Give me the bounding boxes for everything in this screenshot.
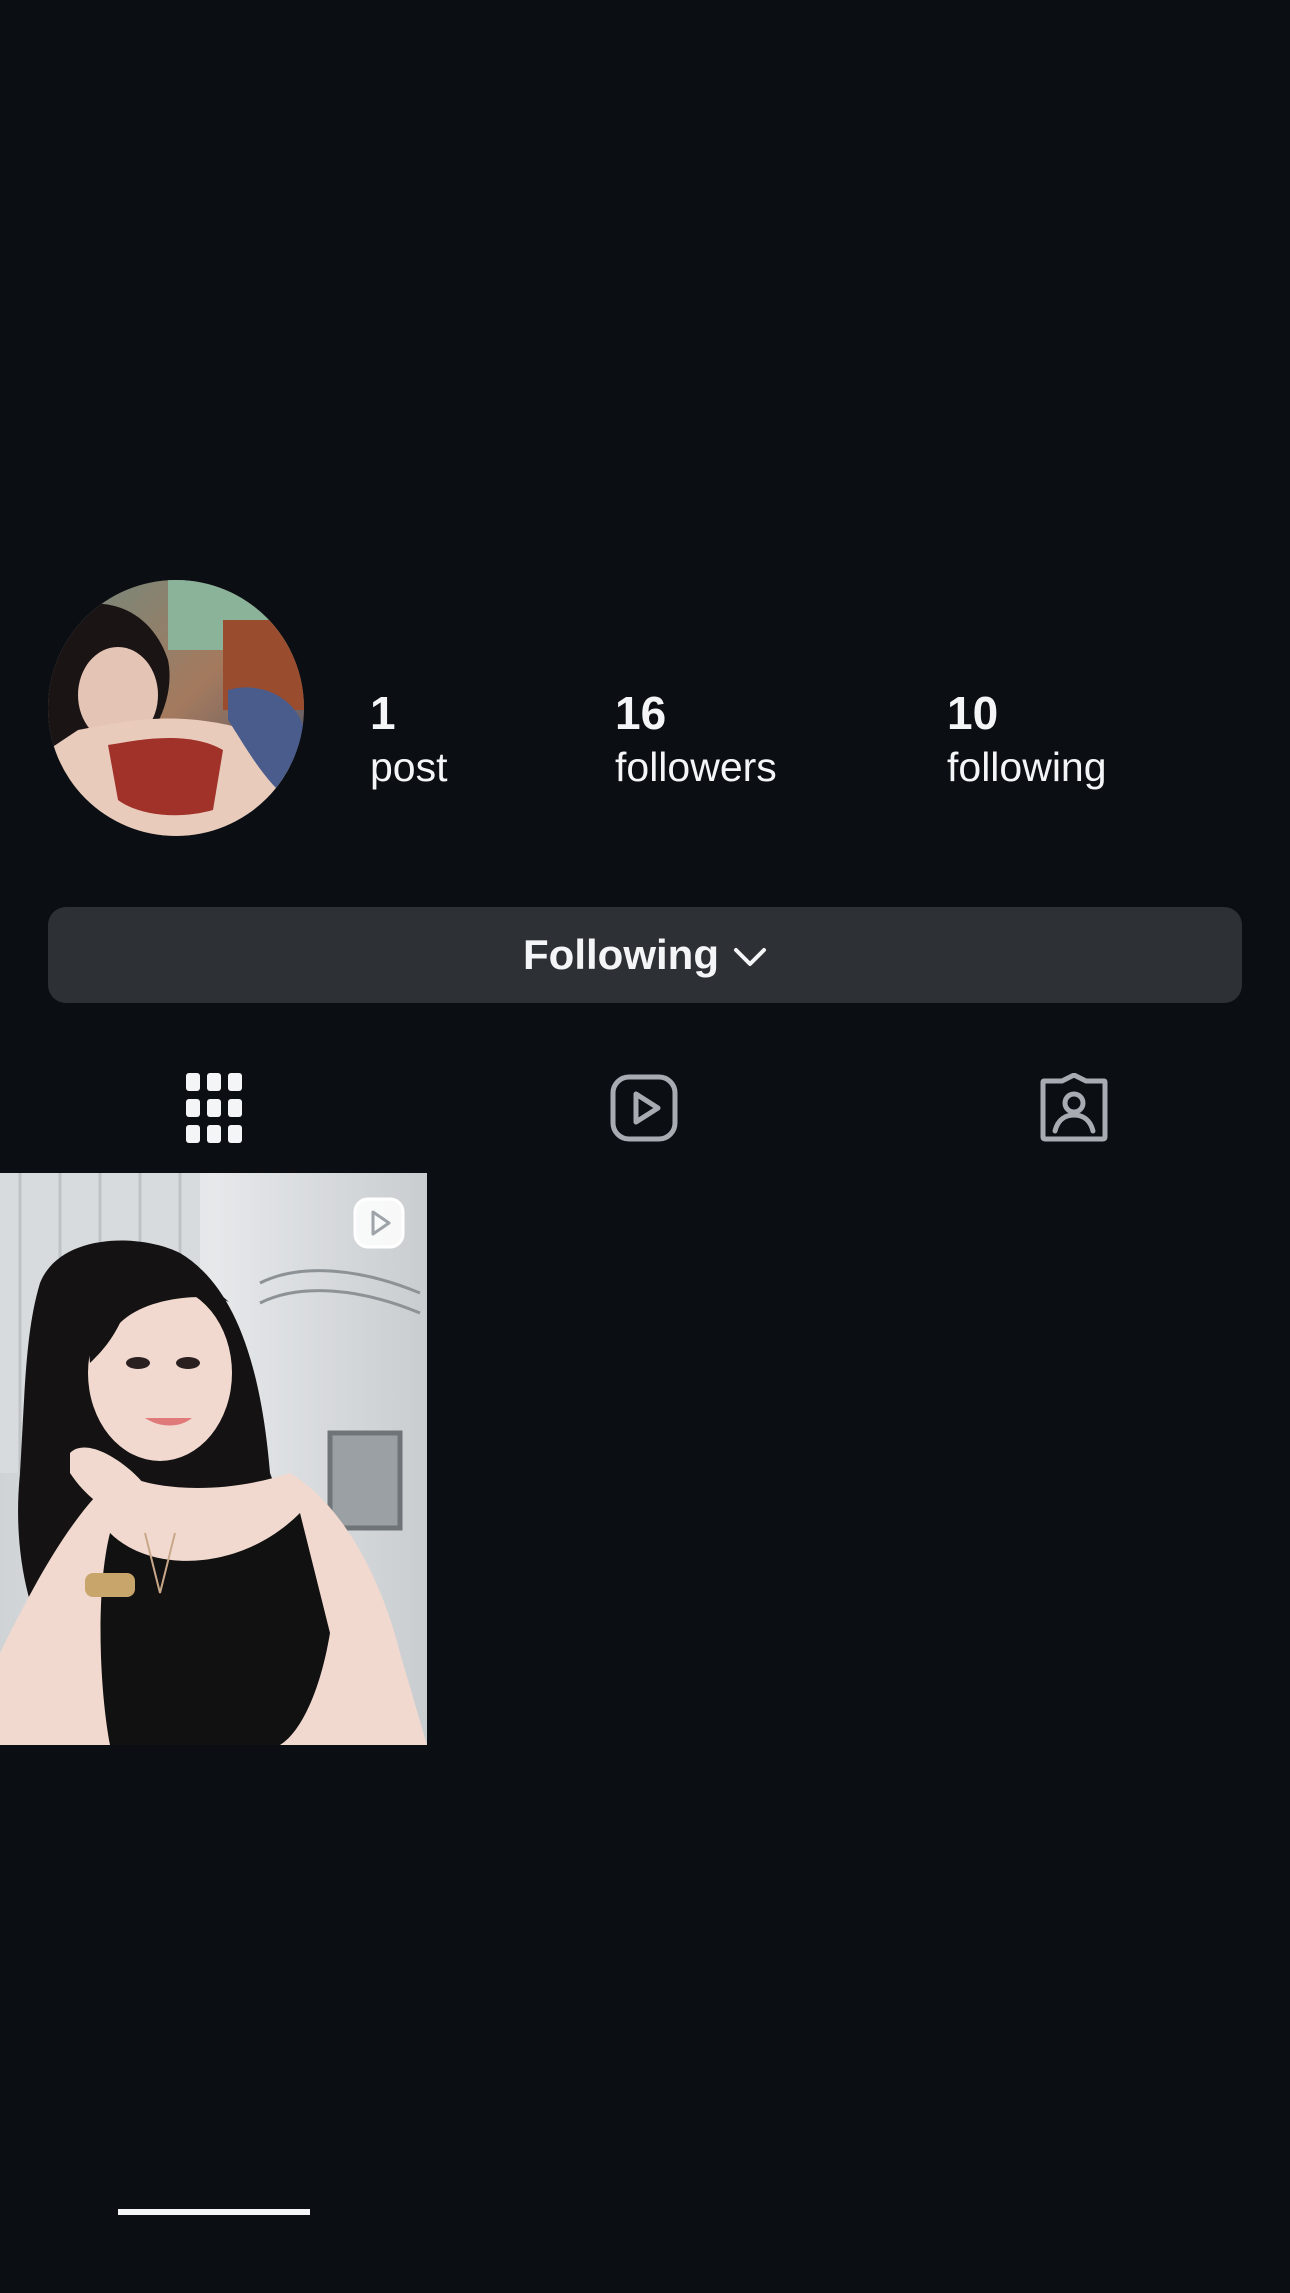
followers-label: followers — [615, 744, 777, 790]
chevron-down-icon — [733, 948, 766, 966]
posts-label: post — [370, 744, 448, 790]
tab-reels[interactable] — [548, 1045, 740, 1170]
following-button-label: Following — [523, 931, 719, 978]
profile-avatar[interactable] — [48, 580, 304, 836]
following-count: 10 — [947, 687, 999, 739]
stat-followers[interactable]: 16 followers — [615, 685, 777, 793]
tab-tagged[interactable] — [978, 1045, 1170, 1170]
profile-tabs — [0, 1045, 1290, 2215]
followers-count: 16 — [615, 687, 667, 739]
profile-header: 1 post 16 followers 10 following — [0, 0, 1290, 880]
reel-play-icon — [353, 1197, 405, 1249]
stat-posts[interactable]: 1 post — [370, 685, 448, 793]
reels-icon — [610, 1074, 678, 1141]
post-photo — [0, 1173, 427, 1745]
posts-count: 1 — [370, 687, 396, 739]
avatar-photo — [48, 580, 304, 836]
following-label: following — [947, 744, 1107, 790]
tab-posts[interactable] — [118, 1045, 310, 1170]
post-thumbnail[interactable] — [0, 1173, 427, 1745]
profile-stats: 1 post 16 followers 10 following — [370, 685, 1250, 795]
following-button[interactable]: Following — [48, 907, 1242, 1003]
tagged-person-icon — [1040, 1072, 1108, 1141]
grid-icon — [186, 1072, 242, 1143]
stat-following[interactable]: 10 following — [947, 685, 1107, 793]
active-tab-indicator — [118, 2209, 310, 2215]
